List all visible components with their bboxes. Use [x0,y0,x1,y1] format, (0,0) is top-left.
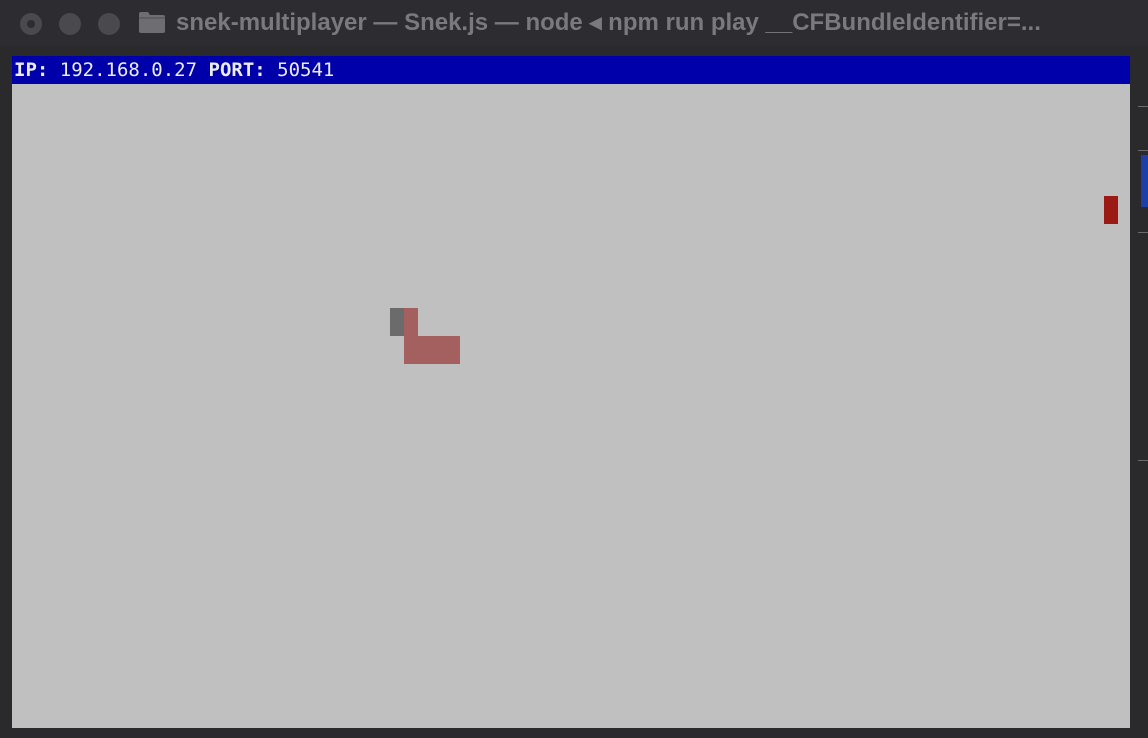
window-title: snek-multiplayer — Snek.js — node ◂ npm … [176,9,1041,36]
background-window-line [1138,106,1148,107]
terminal-content[interactable]: IP: 192.168.0.27 PORT: 50541 [12,56,1130,728]
terminal-window: snek-multiplayer — Snek.js — node ◂ npm … [0,0,1148,738]
connection-status-bar: IP: 192.168.0.27 PORT: 50541 [12,56,1130,84]
port-value: 50541 [277,59,335,81]
snake-body-segment [404,308,418,336]
folder-icon [139,12,165,33]
close-window-button[interactable] [20,13,42,35]
background-window-strip [1141,155,1148,207]
ip-label: IP: [14,59,49,81]
background-window-line [1138,150,1148,151]
background-window-line [1138,232,1148,233]
food-pellet [1104,196,1118,224]
background-window-line [1138,460,1148,461]
title-bar[interactable]: snek-multiplayer — Snek.js — node ◂ npm … [0,0,1148,46]
snake-body-segment [432,336,446,364]
port-label: PORT: [208,59,266,81]
zoom-window-button[interactable] [98,13,120,35]
snake-body-segment [418,336,432,364]
snake-body-segment [404,336,418,364]
ip-value: 192.168.0.27 [59,59,198,81]
minimize-window-button[interactable] [59,13,81,35]
snake-body-segment [446,336,460,364]
snake-head [390,308,404,336]
